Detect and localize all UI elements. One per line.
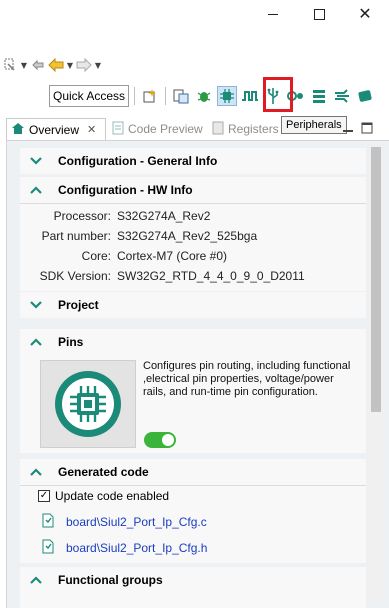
section-hw-info-header[interactable]: Configuration - HW Info — [20, 177, 366, 203]
tab-registers[interactable]: Registers — [208, 118, 283, 140]
chevron-down-icon[interactable]: ▼ — [94, 61, 102, 70]
pins-chip-icon — [55, 371, 121, 437]
tab-registers-label: Registers — [228, 122, 279, 136]
minimize-panel-icon[interactable] — [342, 122, 354, 134]
section-hw-info-title: Configuration - HW Info — [58, 183, 193, 197]
section-generated-code: Generated code ✓ Update code enabled boa… — [20, 459, 366, 563]
minimize-icon — [268, 13, 278, 15]
pins-tool-card[interactable] — [40, 360, 136, 448]
section-generated-code-title: Generated code — [58, 465, 149, 479]
generated-file-link[interactable]: board\Siul2_Port_Ip_Cfg.c — [42, 513, 207, 531]
h-file-icon — [42, 539, 54, 557]
chevron-up-icon — [30, 574, 42, 586]
chevron-down-icon[interactable]: ▼ — [66, 61, 74, 70]
hw-info-row: SDK Version: SW32G2_RTD_4_4_0_9_0_D2011 — [20, 266, 366, 286]
section-functional-groups: Functional groups — [20, 567, 366, 608]
pin-editor-icon[interactable] — [2, 57, 18, 73]
close-window-button[interactable]: ✕ — [353, 4, 377, 24]
pins-description: Configures pin routing, including functi… — [143, 360, 351, 398]
sdk-version-value: SW32G2_RTD_4_4_0_9_0_D2011 — [117, 269, 305, 283]
chevron-down-icon — [30, 155, 42, 167]
navigation-toolbar: ▼ ▼ ▼ — [2, 54, 102, 76]
update-code-checkbox-row[interactable]: ✓ Update code enabled — [38, 489, 169, 503]
hw-info-table: Processor: S32G274A_Rev2 Part number: S3… — [20, 204, 366, 286]
hw-info-row: Part number: S32G274A_Rev2_525bga — [20, 226, 366, 246]
window-controls: ✕ — [239, 0, 389, 30]
peripherals-highlight-box — [263, 77, 293, 112]
core-label: Core: — [81, 249, 111, 263]
new-project-icon[interactable] — [140, 86, 160, 106]
maximize-button[interactable] — [307, 4, 331, 24]
generated-file-c-name: board\Siul2_Port_Ip_Cfg.c — [66, 515, 207, 529]
section-divider — [20, 485, 366, 486]
hw-info-row: Core: Cortex-M7 (Core #0) — [20, 246, 366, 266]
section-general-info-header[interactable]: Configuration - General Info — [20, 148, 366, 174]
close-tab-icon[interactable]: ✕ — [87, 123, 96, 136]
part-number-label: Part number: — [41, 229, 111, 243]
section-pins-header[interactable]: Pins — [20, 329, 366, 355]
section-general-info: Configuration - General Info — [20, 148, 366, 174]
tab-code-preview-label: Code Preview — [128, 122, 203, 136]
forward-arrow-icon[interactable] — [76, 57, 92, 73]
chevron-up-icon — [30, 466, 42, 478]
update-code-icon[interactable] — [171, 86, 191, 106]
processor-label: Processor: — [53, 209, 111, 223]
chevron-up-icon — [30, 184, 42, 196]
home-icon — [11, 122, 25, 138]
chevron-down-icon — [30, 299, 42, 311]
core-value: Cortex-M7 (Core #0) — [117, 249, 228, 263]
tools-toolbar — [132, 84, 375, 108]
back-arrow-icon[interactable] — [48, 57, 64, 73]
tab-code-preview[interactable]: Code Preview — [108, 118, 207, 140]
toggle-knob — [162, 434, 174, 446]
part-number-value: S32G274A_Rev2_525bga — [117, 229, 258, 243]
clocks-tool-icon[interactable] — [240, 86, 260, 106]
generated-file-link[interactable]: board\Siul2_Port_Ip_Cfg.h — [42, 539, 207, 557]
quick-access-field[interactable]: Quick Access — [49, 85, 130, 107]
section-generated-code-header[interactable]: Generated code — [20, 459, 366, 485]
minimize-button[interactable] — [261, 4, 285, 24]
maximize-icon — [313, 8, 325, 20]
generated-file-h-name: board\Siul2_Port_Ip_Cfg.h — [66, 541, 208, 555]
pins-enable-toggle[interactable] — [144, 432, 176, 448]
sdk-version-label: SDK Version: — [39, 269, 111, 283]
pins-tool-icon[interactable] — [217, 86, 237, 106]
registers-icon — [212, 121, 224, 138]
section-functional-groups-header[interactable]: Functional groups — [20, 567, 366, 593]
clocks-bug-icon[interactable] — [194, 86, 214, 106]
toolbar-separator — [165, 87, 166, 105]
section-project: Project — [20, 292, 366, 318]
section-project-title: Project — [58, 298, 99, 312]
update-code-label: Update code enabled — [55, 489, 170, 503]
ddr-tool-icon[interactable] — [309, 86, 329, 106]
section-hw-info: Configuration - HW Info Processor: S32G2… — [20, 177, 366, 291]
tab-overview-label: Overview — [29, 122, 80, 137]
section-project-header[interactable]: Project — [20, 292, 366, 318]
processor-value: S32G274A_Rev2 — [117, 209, 211, 223]
close-icon: ✕ — [358, 4, 372, 23]
tab-overview[interactable]: Overview ✕ — [6, 118, 106, 140]
chevron-down-icon[interactable]: ▼ — [20, 61, 28, 70]
section-general-info-title: Configuration - General Info — [58, 154, 218, 168]
code-preview-icon — [112, 121, 124, 138]
toolbar-separator — [134, 87, 135, 105]
chevron-up-icon — [30, 336, 42, 348]
chip-tool-icon[interactable] — [355, 86, 375, 106]
maximize-panel-icon[interactable] — [361, 122, 373, 134]
section-pins-title: Pins — [58, 335, 84, 349]
trace-tool-icon[interactable] — [332, 86, 352, 106]
overview-editor: Configuration - General Info Configurati… — [6, 141, 389, 608]
section-functional-groups-title: Functional groups — [58, 573, 163, 587]
hw-info-row: Processor: S32G274A_Rev2 — [20, 206, 366, 226]
c-file-icon — [42, 513, 54, 531]
scrollbar-thumb[interactable] — [371, 147, 381, 412]
editor-tab-bar: Overview ✕ Code Preview Registers — [0, 118, 389, 140]
editor-scrollbar[interactable] — [369, 147, 383, 602]
update-code-checkbox[interactable]: ✓ — [38, 490, 50, 502]
section-pins: Pins Configures pin routing, including f… — [20, 329, 366, 453]
last-edit-location-icon[interactable] — [30, 57, 46, 73]
